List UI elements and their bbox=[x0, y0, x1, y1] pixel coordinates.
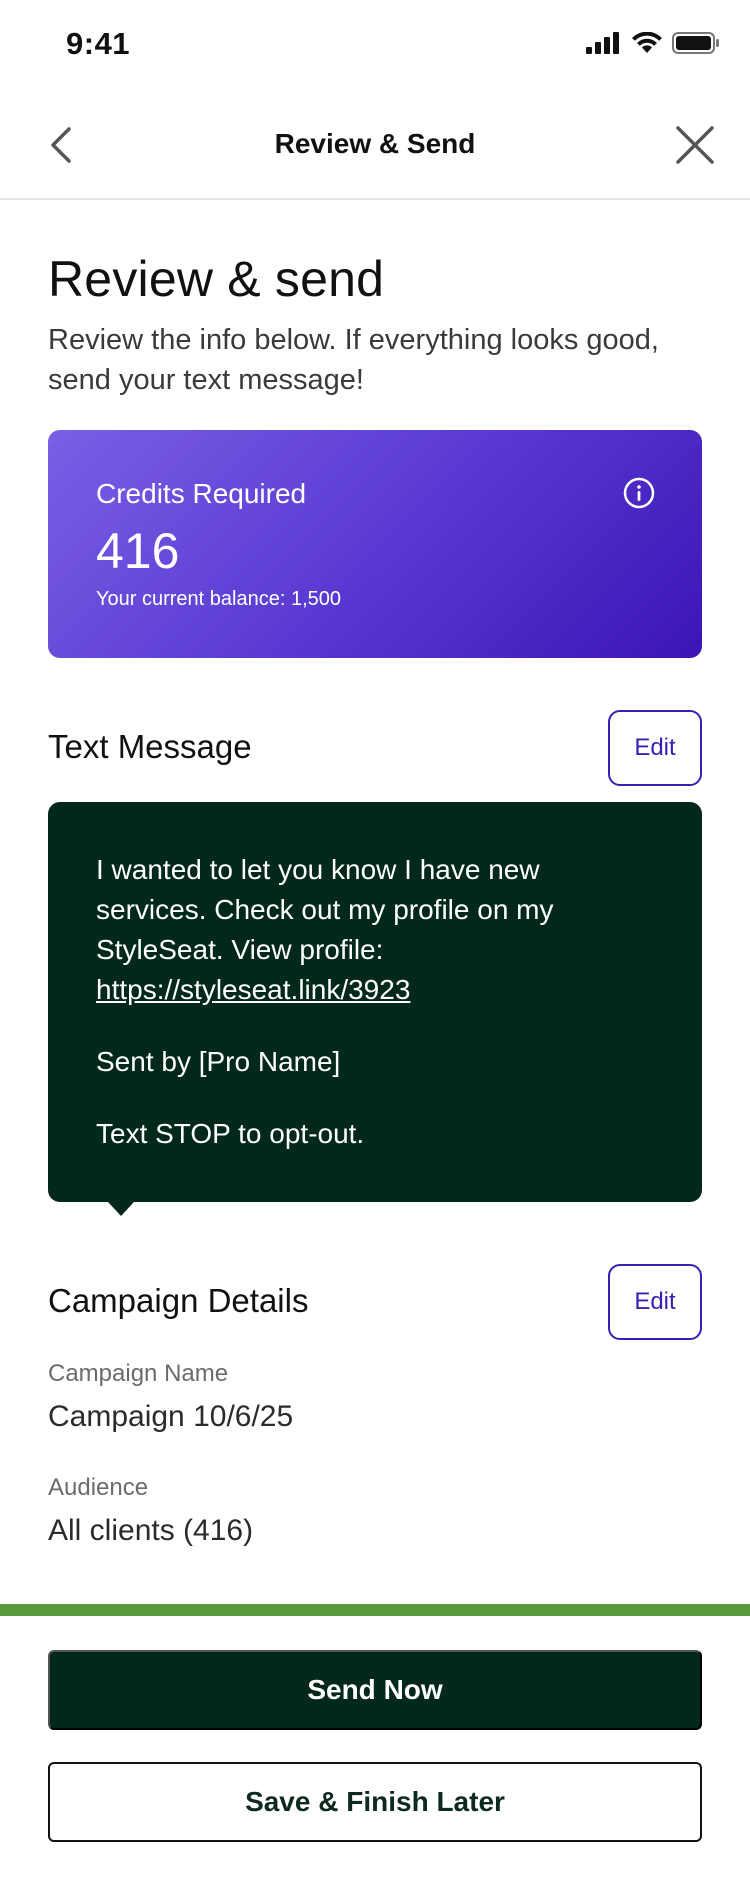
status-bar: 9:41 bbox=[0, 0, 750, 92]
message-opt-out: Text STOP to opt-out. bbox=[96, 1118, 365, 1149]
status-time: 9:41 bbox=[66, 26, 131, 61]
credits-balance: Your current balance: 1,500 bbox=[96, 588, 341, 610]
edit-message-button[interactable]: Edit bbox=[608, 710, 702, 786]
status-icons bbox=[586, 32, 720, 54]
campaign-name-value: Campaign 10/6/25 bbox=[48, 1400, 294, 1433]
nav-bar: Review & Send bbox=[0, 92, 750, 200]
nav-title: Review & Send bbox=[274, 128, 476, 159]
credits-value: 416 bbox=[96, 523, 180, 579]
page-title: Review & send bbox=[48, 251, 385, 307]
profile-link[interactable]: https://styleseat.link/3923 bbox=[96, 974, 410, 1005]
message-body-text: I wanted to let you know I have new serv… bbox=[96, 854, 554, 965]
credits-card: Credits Required 416 Your current balanc… bbox=[48, 430, 702, 658]
audience-label: Audience bbox=[48, 1474, 149, 1501]
send-now-button[interactable]: Send Now bbox=[48, 1650, 702, 1730]
edit-campaign-button[interactable]: Edit bbox=[608, 1264, 702, 1340]
info-icon[interactable] bbox=[622, 476, 656, 510]
battery-icon bbox=[672, 32, 719, 54]
page-subtitle: Review the info below. If everything loo… bbox=[48, 324, 659, 396]
close-button[interactable] bbox=[670, 120, 720, 170]
text-message-title: Text Message bbox=[48, 728, 252, 765]
credits-label: Credits Required bbox=[96, 478, 307, 509]
message-text: I wanted to let you know I have new serv… bbox=[96, 850, 656, 1010]
footer-divider bbox=[0, 1604, 750, 1616]
close-icon bbox=[676, 126, 714, 164]
audience-value: All clients (416) bbox=[48, 1514, 254, 1547]
message-preview: I wanted to let you know I have new serv… bbox=[48, 802, 702, 1216]
message-body: I wanted to let you know I have new serv… bbox=[96, 850, 656, 1154]
message-sent-by: Sent by [Pro Name] bbox=[96, 1046, 341, 1077]
save-finish-later-button[interactable]: Save & Finish Later bbox=[48, 1762, 702, 1842]
campaign-details-title: Campaign Details bbox=[48, 1282, 309, 1319]
message-tail bbox=[108, 1202, 134, 1216]
wifi-icon bbox=[632, 32, 662, 53]
cellular-signal-icon bbox=[586, 32, 619, 54]
campaign-name-label: Campaign Name bbox=[48, 1360, 229, 1387]
